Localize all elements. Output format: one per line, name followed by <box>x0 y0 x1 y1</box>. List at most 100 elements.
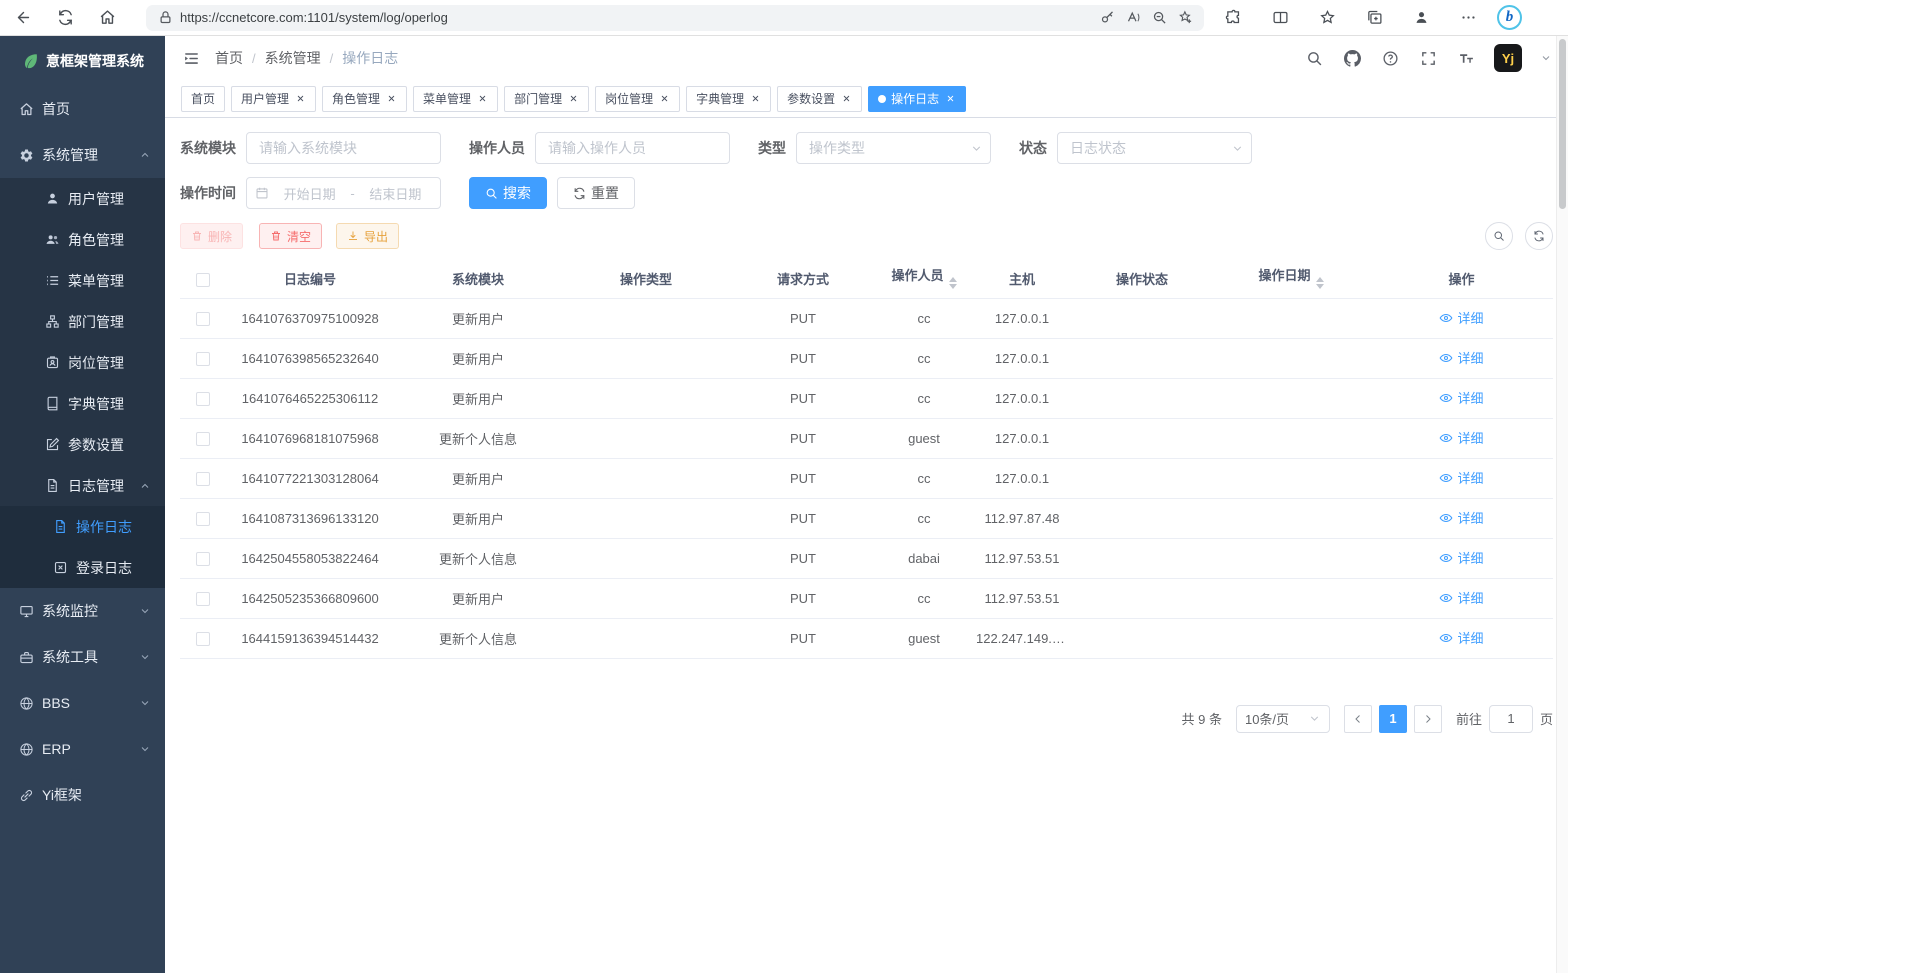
close-icon[interactable] <box>944 93 956 105</box>
tab-home[interactable]: 首页 <box>181 86 225 112</box>
row-checkbox[interactable] <box>196 592 210 606</box>
detail-link[interactable]: 详细 <box>1439 388 1483 407</box>
row-checkbox[interactable] <box>196 512 210 526</box>
header-search-icon[interactable] <box>1304 48 1324 68</box>
sidebar-item-param-settings[interactable]: 参数设置 <box>0 424 165 465</box>
sidebar-item-operation-log[interactable]: 操作日志 <box>0 506 165 547</box>
sidebar-item-post-management[interactable]: 岗位管理 <box>0 342 165 383</box>
settings-menu-icon[interactable] <box>1453 3 1483 33</box>
sidebar-item-yi-framework[interactable]: Yi框架 <box>0 772 165 818</box>
detail-link[interactable]: 详细 <box>1439 508 1483 527</box>
row-checkbox[interactable] <box>196 552 210 566</box>
column-header-date[interactable]: 操作日期 <box>1212 260 1370 298</box>
close-icon[interactable] <box>294 93 306 105</box>
next-page-button[interactable] <box>1414 705 1442 733</box>
select-all-checkbox[interactable] <box>196 273 210 287</box>
add-favorite-icon[interactable] <box>1172 6 1198 30</box>
column-header-operator[interactable]: 操作人员 <box>876 260 972 298</box>
fullscreen-icon[interactable] <box>1418 48 1438 68</box>
tab-dict-management[interactable]: 字典管理 <box>686 86 771 112</box>
page-size-select[interactable]: 10条/页 <box>1236 705 1330 733</box>
sidebar-item-login-log[interactable]: 登录日志 <box>0 547 165 588</box>
goto-page-input[interactable] <box>1489 705 1533 733</box>
detail-link[interactable]: 详细 <box>1439 348 1483 367</box>
split-screen-icon[interactable] <box>1265 3 1295 33</box>
detail-link[interactable]: 详细 <box>1439 588 1483 607</box>
collections-icon[interactable] <box>1359 3 1389 33</box>
page-scrollbar[interactable] <box>1556 36 1568 973</box>
breadcrumb-item[interactable]: 系统管理 <box>265 48 321 68</box>
sidebar-item-system-tools[interactable]: 系统工具 <box>0 634 165 680</box>
clear-button[interactable]: 清空 <box>259 223 322 249</box>
sidebar-item-system-management[interactable]: 系统管理 <box>0 132 165 178</box>
sidebar-item-log-management[interactable]: 日志管理 <box>0 465 165 506</box>
address-bar[interactable]: https://ccnetcore.com:1101/system/log/op… <box>146 5 1204 31</box>
avatar-caret-icon[interactable] <box>1540 52 1552 64</box>
row-checkbox[interactable] <box>196 632 210 646</box>
detail-link[interactable]: 详细 <box>1439 468 1483 487</box>
sidebar-item-dept-management[interactable]: 部门管理 <box>0 301 165 342</box>
github-icon[interactable] <box>1342 48 1362 68</box>
favorites-icon[interactable] <box>1312 3 1342 33</box>
toggle-search-button[interactable] <box>1485 222 1513 250</box>
row-checkbox[interactable] <box>196 312 210 326</box>
read-aloud-icon[interactable] <box>1120 6 1146 30</box>
password-manager-icon[interactable] <box>1094 6 1120 30</box>
detail-link[interactable]: 详细 <box>1439 628 1483 647</box>
row-checkbox[interactable] <box>196 352 210 366</box>
back-button[interactable] <box>8 3 38 33</box>
detail-link[interactable]: 详细 <box>1439 548 1483 567</box>
sidebar-item-bbs[interactable]: BBS <box>0 680 165 726</box>
url-text[interactable]: https://ccnetcore.com:1101/system/log/op… <box>178 10 1094 25</box>
sidebar-item-menu-management[interactable]: 菜单管理 <box>0 260 165 301</box>
site-info-icon[interactable] <box>152 6 178 30</box>
prev-page-button[interactable] <box>1344 705 1372 733</box>
sidebar-item-system-monitor[interactable]: 系统监控 <box>0 588 165 634</box>
sidebar-item-erp[interactable]: ERP <box>0 726 165 772</box>
tab-post-management[interactable]: 岗位管理 <box>595 86 680 112</box>
bing-copilot-icon[interactable]: b <box>1497 5 1522 30</box>
type-select[interactable]: 操作类型 <box>796 132 991 164</box>
detail-link[interactable]: 详细 <box>1439 428 1483 447</box>
row-checkbox[interactable] <box>196 392 210 406</box>
detail-link[interactable]: 详细 <box>1439 308 1483 327</box>
home-button[interactable] <box>92 3 122 33</box>
close-icon[interactable] <box>658 93 670 105</box>
reset-button[interactable]: 重置 <box>557 177 635 209</box>
user-avatar[interactable]: Yj <box>1494 44 1522 72</box>
close-icon[interactable] <box>567 93 579 105</box>
breadcrumb-item[interactable]: 首页 <box>215 48 243 68</box>
sort-caret-icon[interactable] <box>949 273 957 293</box>
sidebar-item-user-management[interactable]: 用户管理 <box>0 178 165 219</box>
date-range-picker[interactable]: 开始日期 - 结束日期 <box>246 177 441 209</box>
font-size-icon[interactable] <box>1456 48 1476 68</box>
close-icon[interactable] <box>840 93 852 105</box>
row-checkbox[interactable] <box>196 432 210 446</box>
help-icon[interactable] <box>1380 48 1400 68</box>
tab-param-settings[interactable]: 参数设置 <box>777 86 862 112</box>
status-select[interactable]: 日志状态 <box>1057 132 1252 164</box>
refresh-table-button[interactable] <box>1525 222 1553 250</box>
sort-caret-icon[interactable] <box>1316 273 1324 293</box>
close-icon[interactable] <box>476 93 488 105</box>
tab-user-management[interactable]: 用户管理 <box>231 86 316 112</box>
search-button[interactable]: 搜索 <box>469 177 547 209</box>
tab-role-management[interactable]: 角色管理 <box>322 86 407 112</box>
close-icon[interactable] <box>749 93 761 105</box>
row-checkbox[interactable] <box>196 472 210 486</box>
zoom-icon[interactable] <box>1146 6 1172 30</box>
extensions-icon[interactable] <box>1218 3 1248 33</box>
tab-operation-log[interactable]: 操作日志 <box>868 86 966 112</box>
profile-avatar[interactable] <box>1406 3 1436 33</box>
sidebar-toggle-icon[interactable] <box>181 48 201 68</box>
scrollbar-thumb[interactable] <box>1559 39 1566 209</box>
tab-dept-management[interactable]: 部门管理 <box>504 86 589 112</box>
tab-menu-management[interactable]: 菜单管理 <box>413 86 498 112</box>
module-input[interactable] <box>246 132 441 164</box>
sidebar-item-home[interactable]: 首页 <box>0 86 165 132</box>
sidebar-item-role-management[interactable]: 角色管理 <box>0 219 165 260</box>
refresh-button[interactable] <box>50 3 80 33</box>
operator-input[interactable] <box>535 132 730 164</box>
export-button[interactable]: 导出 <box>336 223 399 249</box>
sidebar-item-dict-management[interactable]: 字典管理 <box>0 383 165 424</box>
